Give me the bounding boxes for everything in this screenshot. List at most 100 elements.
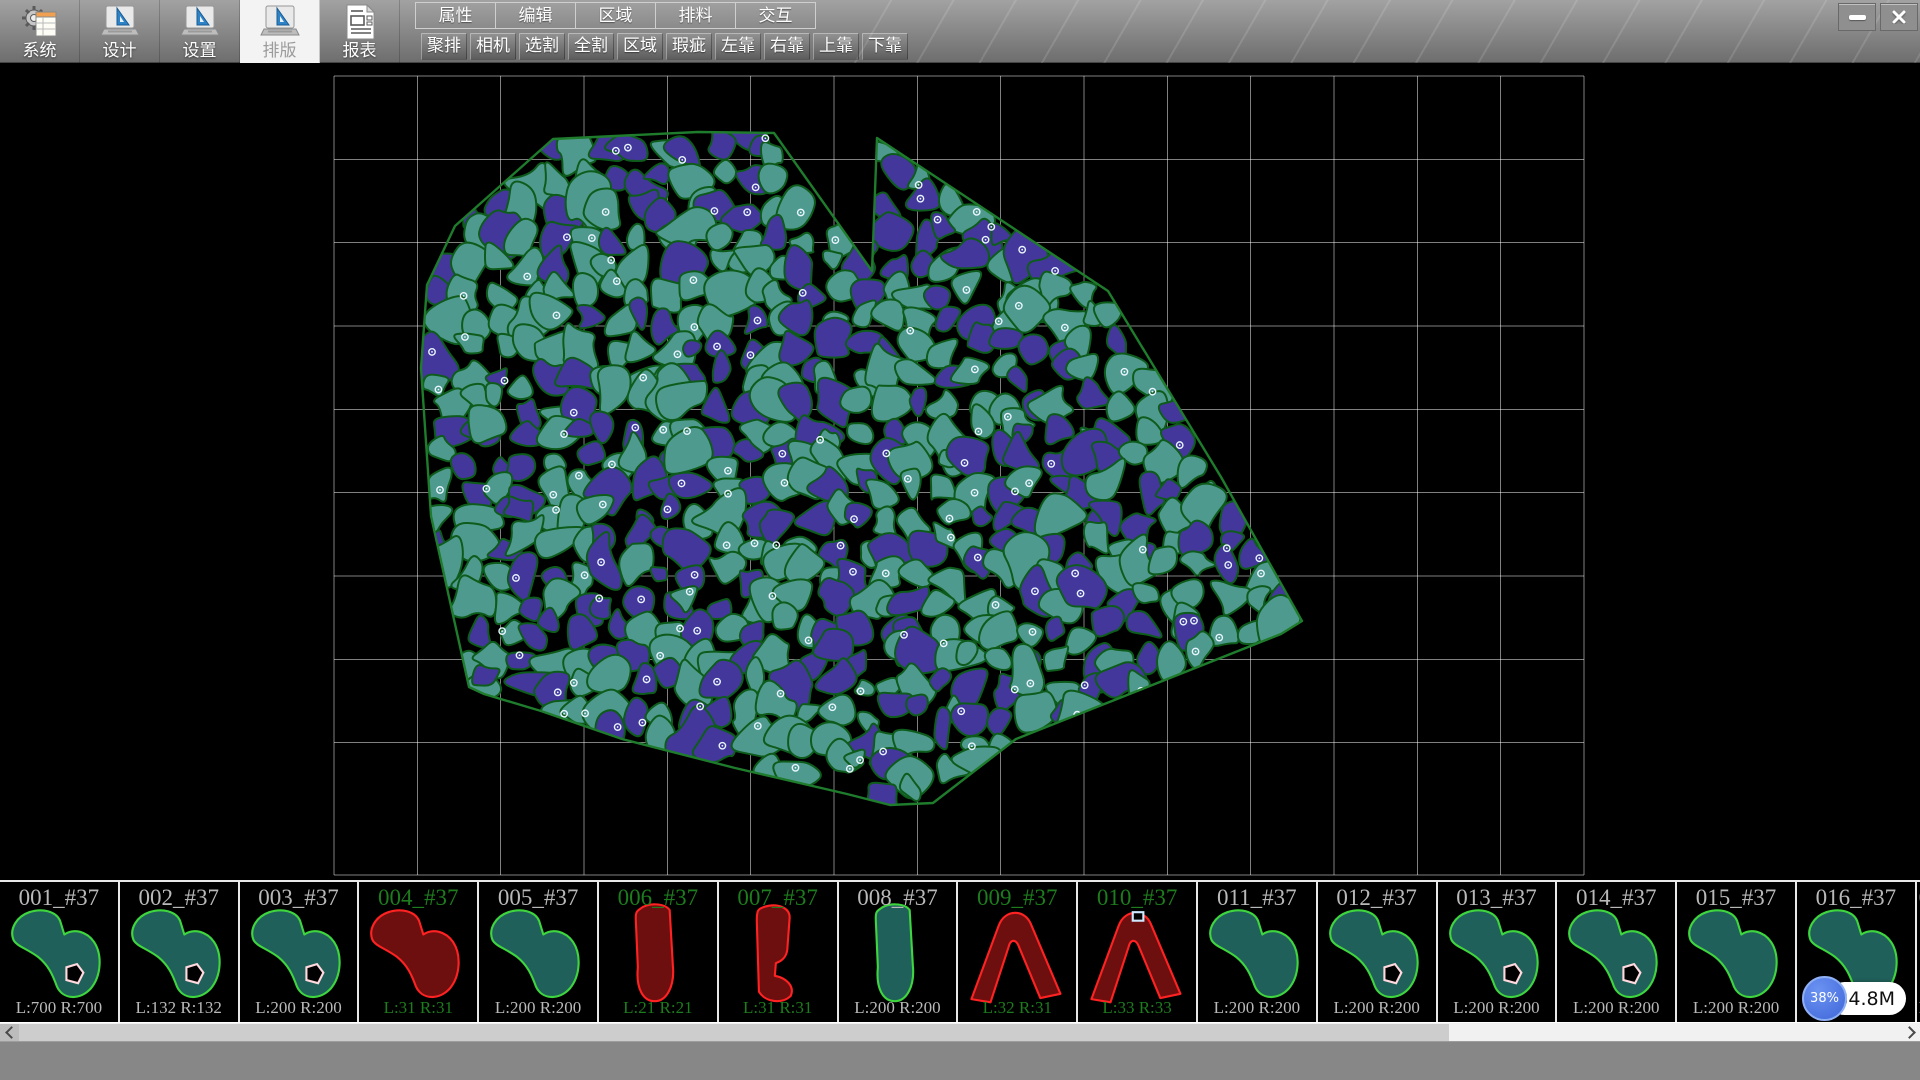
main-button-nesting-ruler[interactable]: 排版: [240, 0, 320, 63]
tool-button-6[interactable]: 瑕疵: [666, 33, 712, 60]
part-thumbnail-015_#37[interactable]: 015_#37 L:200 R:200: [1677, 882, 1797, 1022]
main-button-label: 系统: [23, 42, 57, 61]
part-name: 005_#37: [479, 885, 597, 911]
part-thumbnail-010_#37[interactable]: 010_#37 L:33 R:33: [1078, 882, 1198, 1022]
tool-button-10[interactable]: 下靠: [862, 33, 908, 60]
main-button-label: 报表: [343, 42, 377, 61]
menu-tab-4[interactable]: 排料: [655, 2, 736, 29]
minimize-icon: [1849, 15, 1866, 20]
system-gear-icon: [21, 2, 59, 42]
part-lr-count: L:200 R:200: [240, 998, 358, 1018]
part-thumbnail-014_#37[interactable]: 014_#37 L:200 R:200: [1557, 882, 1677, 1022]
part-lr-count: L:200 R:200: [1318, 998, 1436, 1018]
part-name: 001_#37: [0, 885, 118, 911]
part-lr-count: L:132 R:132: [120, 998, 238, 1018]
part-lr-count: L:31 R:31: [719, 998, 837, 1018]
scrollbar-thumb[interactable]: [19, 1024, 1449, 1041]
tool-button-2[interactable]: 相机: [470, 33, 516, 60]
part-lr-count: L:200 R:200: [1557, 998, 1675, 1018]
part-thumbnail-007_#37[interactable]: 007_#37 L:31 R:31: [719, 882, 839, 1022]
part-thumbnail-003_#37[interactable]: 003_#37 L:200 R:200: [240, 882, 360, 1022]
main-button-design-ruler[interactable]: 设计: [80, 0, 160, 63]
main-toolbar: 系统 设计 设置 排版 报表 属性编辑区域排料交互 聚排相机选割全割区域瑕疵左靠…: [0, 0, 1920, 63]
close-button[interactable]: [1880, 3, 1918, 31]
part-thumbnail-006_#37[interactable]: 006_#37 L:21 R:21: [599, 882, 719, 1022]
tool-button-7[interactable]: 左靠: [715, 33, 761, 60]
parts-thumbnail-strip: 001_#37L:700 R:700002_#37L:132 R:132003_…: [0, 880, 1920, 1022]
menu-tab-2[interactable]: 编辑: [495, 2, 576, 29]
part-lr-count: L:21 R:21: [599, 998, 717, 1018]
part-thumbnail-009_#37[interactable]: 009_#37 L:32 R:31: [958, 882, 1078, 1022]
nesting-ruler-icon: [260, 2, 300, 42]
nesting-workspace: [0, 64, 1920, 880]
tool-button-8[interactable]: 右靠: [764, 33, 810, 60]
part-thumbnail-004_#37[interactable]: 004_#37 L:31 R:31: [359, 882, 479, 1022]
horizontal-scrollbar[interactable]: [0, 1022, 1920, 1041]
main-button-label: 排版: [263, 42, 297, 61]
part-thumbnail-005_#37[interactable]: 005_#37 L:200 R:200: [479, 882, 599, 1022]
window-controls: [1838, 3, 1918, 31]
part-lr-count: L:31 R:31: [359, 998, 477, 1018]
main-button-bar: 系统 设计 设置 排版 报表: [0, 0, 400, 63]
part-name: 012_#37: [1318, 885, 1436, 911]
part-thumbnail-008_#37[interactable]: 008_#37 L:200 R:200: [839, 882, 959, 1022]
scroll-right-button[interactable]: [1901, 1024, 1920, 1041]
design-ruler-icon: [100, 2, 140, 42]
menu-tab-3[interactable]: 区域: [575, 2, 656, 29]
tool-button-9[interactable]: 上靠: [813, 33, 859, 60]
main-button-report-doc[interactable]: 报表: [320, 0, 400, 63]
part-lr-count: L:200 R:200: [479, 998, 597, 1018]
minimize-button[interactable]: [1838, 3, 1876, 31]
main-button-label: 设置: [183, 42, 217, 61]
part-thumbnail-011_#37[interactable]: 011_#37 L:200 R:200: [1198, 882, 1318, 1022]
tool-button-bar: 聚排相机选割全割区域瑕疵左靠右靠上靠下靠: [421, 33, 908, 60]
part-name: 009_#37: [958, 885, 1076, 911]
part-lr-count: L:32 R:31: [958, 998, 1076, 1018]
part-name: 016_#37: [1797, 885, 1915, 911]
nesting-canvas[interactable]: [0, 64, 1920, 880]
scroll-left-button[interactable]: [0, 1024, 19, 1041]
part-name: 003_#37: [240, 885, 358, 911]
part-thumbnail-013_#37[interactable]: 013_#37 L:200 R:200: [1438, 882, 1558, 1022]
part-name: 013_#37: [1438, 885, 1556, 911]
part-name: 014_#37: [1557, 885, 1675, 911]
menu-tab-5[interactable]: 交互: [735, 2, 816, 29]
part-lr-count: L:200 R:200: [1677, 998, 1795, 1018]
tool-button-3[interactable]: 选割: [519, 33, 565, 60]
report-doc-icon: [343, 2, 377, 42]
part-thumbnail-002_#37[interactable]: 002_#37 L:132 R:132: [120, 882, 240, 1022]
part-name: 008_#37: [839, 885, 957, 911]
part-lr-count: L:700 R:700: [0, 998, 118, 1018]
memory-percent-circle: 38%: [1802, 976, 1847, 1021]
part-thumbnail-001_#37[interactable]: 001_#37 L:700 R:700: [0, 882, 120, 1022]
part-lr-count: L:33 R:33: [1078, 998, 1196, 1018]
part-thumbnail-012_#37[interactable]: 012_#37 L:200 R:200: [1318, 882, 1438, 1022]
part-name: 006_#37: [599, 885, 717, 911]
memory-percent-label: 38%: [1810, 991, 1839, 1006]
part-name: 002_#37: [120, 885, 238, 911]
main-button-settings-ruler[interactable]: 设置: [160, 0, 240, 63]
toolbar-streak-decoration: [830, 0, 1920, 63]
part-name: 010_#37: [1078, 885, 1196, 911]
chevron-right-icon: [1903, 1026, 1916, 1039]
part-lr-count: L:200 R:200: [839, 998, 957, 1018]
part-name: 011_#37: [1198, 885, 1316, 911]
memory-badge[interactable]: 384.8M 38%: [1802, 975, 1908, 1021]
nesting-app-window: 系统 设计 设置 排版 报表 属性编辑区域排料交互 聚排相机选割全割区域瑕疵左靠…: [0, 0, 1920, 1080]
main-button-label: 设计: [103, 42, 137, 61]
tool-button-4[interactable]: 全割: [568, 33, 614, 60]
tool-button-5[interactable]: 区域: [617, 33, 663, 60]
menu-tab-bar: 属性编辑区域排料交互: [415, 2, 816, 29]
close-icon: [1892, 10, 1906, 24]
part-name: 004_#37: [359, 885, 477, 911]
part-lr-count: L:200 R:200: [1198, 998, 1316, 1018]
part-name: 007_#37: [719, 885, 837, 911]
main-button-system-gear[interactable]: 系统: [0, 0, 80, 63]
status-bar: [0, 1041, 1920, 1080]
part-name: 015_#37: [1677, 885, 1795, 911]
menu-tab-1[interactable]: 属性: [415, 2, 496, 29]
chevron-left-icon: [5, 1026, 18, 1039]
settings-ruler-icon: [180, 2, 220, 42]
part-lr-count: L:200 R:200: [1438, 998, 1556, 1018]
tool-button-1[interactable]: 聚排: [421, 33, 467, 60]
